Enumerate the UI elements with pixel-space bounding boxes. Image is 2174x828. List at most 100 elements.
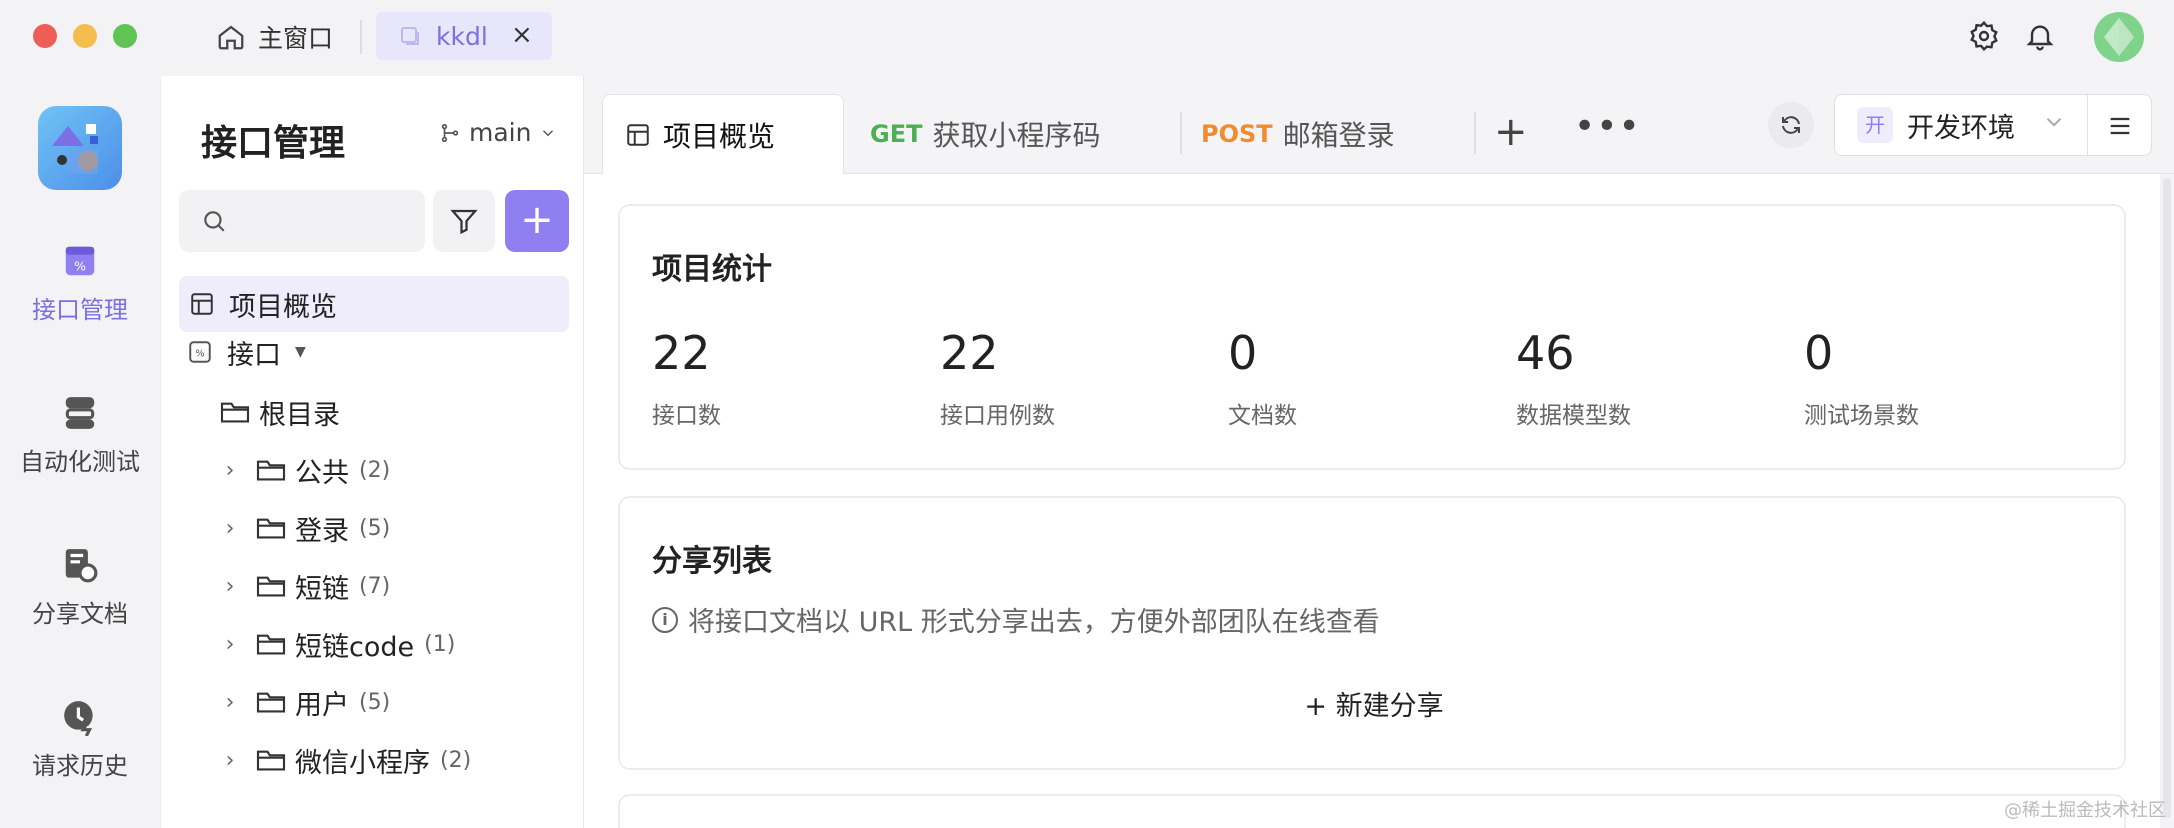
stat-value: 22 xyxy=(940,326,999,380)
refresh-icon xyxy=(1782,116,1800,134)
caret-down-icon: ▼ xyxy=(295,344,306,360)
folder-count: (5) xyxy=(359,515,391,541)
tree-folder[interactable]: › 短链 (7) xyxy=(219,566,391,606)
branch-icon xyxy=(441,123,459,142)
rail-item-api-management[interactable]: % 接口管理 xyxy=(0,242,160,325)
tab-project-kkdl[interactable]: kkdl × xyxy=(376,12,552,60)
tab-get-miniprogram-code[interactable]: GET 获取小程序码 xyxy=(870,94,1100,174)
window-maximize-button[interactable] xyxy=(113,24,137,48)
folder-count: (1) xyxy=(424,631,456,657)
tab-label: 获取小程序码 xyxy=(932,119,1101,152)
stat-label: 测试场景数 xyxy=(1804,403,1919,429)
folder-name: 公共 xyxy=(295,457,349,489)
gear-icon[interactable] xyxy=(1968,20,2000,52)
tab-post-email-login[interactable]: POST 邮箱登录 xyxy=(1201,94,1395,174)
overview-label: 项目概览 xyxy=(229,291,337,323)
branch-selector[interactable]: main xyxy=(439,118,557,147)
tree-folder[interactable]: › 公共 (2) xyxy=(219,450,391,490)
tree-folder[interactable]: › 登录 (5) xyxy=(219,508,391,548)
search-icon xyxy=(204,211,225,232)
tab-divider xyxy=(360,20,362,54)
stat-label: 接口用例数 xyxy=(940,403,1055,429)
filter-icon xyxy=(450,209,478,235)
folder-count: (2) xyxy=(359,457,391,483)
app-logo xyxy=(38,106,122,190)
nav-rail: % 接口管理 自动化测试 分享文档 请求历史 xyxy=(0,76,160,828)
stat-label: 文档数 xyxy=(1228,403,1297,429)
home-tab-label: 主窗口 xyxy=(258,24,334,53)
env-badge: 开 xyxy=(1857,107,1893,143)
scrollbar[interactable] xyxy=(2160,174,2174,828)
rail-item-automation-test[interactable]: 自动化测试 xyxy=(0,394,160,477)
new-share-button[interactable]: + 新建分享 xyxy=(620,684,2128,723)
folder-count: (5) xyxy=(359,689,391,715)
chevron-down-icon xyxy=(2046,118,2062,127)
bell-icon[interactable] xyxy=(2024,20,2056,52)
filter-button[interactable] xyxy=(433,190,495,252)
rail-label: 接口管理 xyxy=(32,296,128,324)
hamburger-icon xyxy=(2110,117,2130,135)
close-tab-button[interactable]: × xyxy=(511,20,533,50)
tree-folder[interactable]: › 微信小程序 (2) xyxy=(219,740,472,780)
stat-value: 46 xyxy=(1516,326,1575,380)
folder-name: 短链code xyxy=(295,631,415,663)
rail-label: 自动化测试 xyxy=(20,448,140,476)
project-icon xyxy=(401,27,419,45)
search-input[interactable] xyxy=(179,190,425,252)
tab-divider xyxy=(1180,112,1182,154)
share-card: 分享列表 i 将接口文档以 URL 形式分享出去，方便外部团队在线查看 + 新建… xyxy=(618,496,2126,770)
sidebar-item-overview[interactable]: 项目概览 xyxy=(179,276,569,332)
stat-model-count: 46 数据模型数 xyxy=(1516,326,1796,430)
svg-text:%: % xyxy=(195,348,204,359)
rail-label: 分享文档 xyxy=(32,600,128,628)
rail-item-history[interactable]: 请求历史 xyxy=(0,698,160,781)
tree-group-api[interactable]: % 接口 ▼ xyxy=(187,332,306,372)
stat-doc-count: 0 文档数 xyxy=(1228,326,1508,430)
folder-count: (7) xyxy=(359,573,391,599)
rail-label: 请求历史 xyxy=(32,752,128,780)
method-badge: GET xyxy=(870,120,923,148)
chevron-right-icon: › xyxy=(225,515,235,541)
more-tabs-button[interactable]: ••• xyxy=(1574,106,1641,147)
chevron-right-icon: › xyxy=(225,689,235,715)
folder-icon xyxy=(256,750,286,771)
folder-open-icon xyxy=(220,402,250,423)
add-button[interactable]: + xyxy=(505,190,569,252)
avatar[interactable] xyxy=(2094,12,2144,62)
share-doc-icon xyxy=(65,549,98,583)
api-sidebar: 接口管理 main + 项目概览 % 接口 ▼ 根目录 › 公共 (2) › 登… xyxy=(160,76,584,828)
tree-root[interactable]: 根目录 xyxy=(219,392,340,432)
home-icon xyxy=(218,25,244,50)
overview-content: 项目统计 22 接口数 22 接口用例数 0 文档数 46 数据模型数 0 测试… xyxy=(584,174,2174,828)
chevron-right-icon: › xyxy=(225,573,235,599)
new-tab-button[interactable]: + xyxy=(1494,112,1528,152)
window-minimize-button[interactable] xyxy=(73,24,97,48)
tab-label: 邮箱登录 xyxy=(1282,119,1395,152)
api-group-label: 接口 xyxy=(227,339,281,371)
menu-button[interactable] xyxy=(2088,94,2152,156)
share-info-text: 将接口文档以 URL 形式分享出去，方便外部团队在线查看 xyxy=(688,607,1380,638)
watermark: @稀土掘金技术社区 xyxy=(2004,800,2166,821)
tab-project-overview[interactable]: 项目概览 xyxy=(602,94,844,174)
tab-divider xyxy=(1474,112,1476,154)
chevron-right-icon: › xyxy=(225,457,235,483)
rail-item-share-doc[interactable]: 分享文档 xyxy=(0,546,160,629)
sidebar-title: 接口管理 xyxy=(201,123,346,164)
active-tab-label: kkdl xyxy=(436,21,488,51)
stat-label: 接口数 xyxy=(652,403,721,429)
folder-name: 登录 xyxy=(295,515,349,547)
stat-value: 22 xyxy=(652,326,711,380)
tab-bar: 项目概览 GET 获取小程序码 POST 邮箱登录 + ••• 开 开发环境 xyxy=(584,76,2174,174)
window-close-button[interactable] xyxy=(33,24,57,48)
api-management-icon: % xyxy=(65,246,95,276)
tree-folder[interactable]: › 短链code (1) xyxy=(219,624,456,664)
tree-folder[interactable]: › 用户 (5) xyxy=(219,682,391,722)
folder-name: 微信小程序 xyxy=(295,747,430,779)
refresh-button[interactable] xyxy=(1768,102,1814,148)
share-info: i 将接口文档以 URL 形式分享出去，方便外部团队在线查看 xyxy=(652,600,1380,639)
environment-select[interactable]: 开 开发环境 xyxy=(1834,94,2088,156)
layout-icon xyxy=(191,293,213,315)
info-icon: i xyxy=(652,606,678,633)
scrollbar-thumb[interactable] xyxy=(2163,178,2171,818)
tab-home[interactable]: 主窗口 xyxy=(216,14,333,60)
